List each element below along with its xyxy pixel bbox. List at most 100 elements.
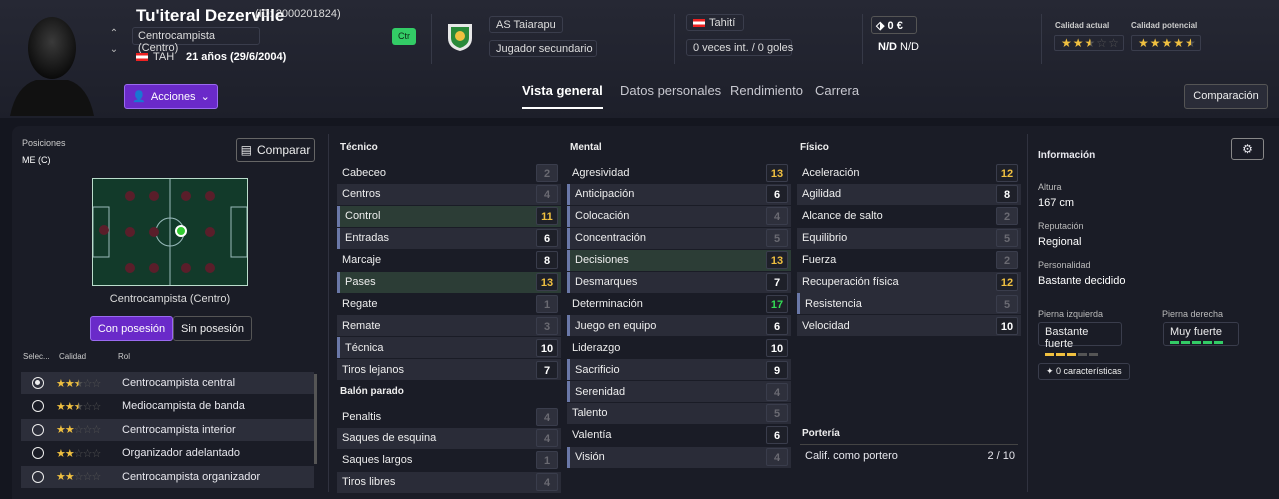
attribute-row[interactable]: Entradas 6 [337,227,561,249]
attribute-row[interactable]: Agresividad 13 [567,162,791,183]
attribute-value: 2 [536,163,558,182]
attribute-row[interactable]: Colocación 4 [567,205,791,227]
position-dot[interactable] [149,263,159,273]
attribute-row[interactable]: Penaltis 4 [337,406,561,427]
player-nav-arrows[interactable]: ⌃ ⌄ [108,26,120,58]
position-dot[interactable] [99,225,109,235]
tab-vista-general[interactable]: Vista general [522,83,603,109]
attribute-name: Visión [575,451,605,464]
attribute-row[interactable]: Control 11 [337,205,561,227]
wage-2: N/D [900,41,919,53]
position-dot[interactable] [149,227,159,237]
position-dot[interactable] [205,191,215,201]
position-dot[interactable] [125,227,135,237]
attribute-row[interactable]: Concentración 5 [567,227,791,249]
attribute-row[interactable]: Decisiones 13 [567,249,791,271]
role-radio[interactable] [32,377,44,389]
attribute-value: 4 [536,429,558,448]
attribute-row[interactable]: Regate 1 [337,293,561,314]
attribute-row[interactable]: Visión 4 [567,446,791,468]
without-ball-toggle[interactable]: Sin posesión [173,316,252,341]
position-dot[interactable] [205,227,215,237]
attribute-row[interactable]: Determinación 17 [567,293,791,314]
role-radio[interactable] [32,400,44,413]
role-radio[interactable] [32,470,44,483]
actions-button[interactable]: 👤 Acciones ⌄ [124,84,218,109]
comparison-button[interactable]: Comparación [1184,84,1268,109]
attribute-row[interactable]: Centros 4 [337,183,561,205]
goalkeeper-rating-row: Calif. como portero 2 / 10 [805,450,1015,462]
club-logo[interactable] [444,20,476,52]
position-dot[interactable] [125,263,135,273]
attribute-row[interactable]: Velocidad 10 [797,315,1021,337]
attribute-row[interactable]: Marcaje 8 [337,250,561,271]
selected-position-dot[interactable] [175,225,187,237]
attribute-row[interactable]: Fuerza 2 [797,250,1021,271]
divider [431,14,432,64]
position-dot[interactable] [205,263,215,273]
attribute-name: Saques de esquina [342,432,437,445]
position-dot[interactable] [181,263,191,273]
role-radio[interactable] [32,447,44,460]
compare-button[interactable]: ▤ Comparar [236,138,315,162]
position-dot[interactable] [181,191,191,201]
attribute-row[interactable]: Resistencia 5 [797,293,1021,315]
position-pitch[interactable] [92,178,248,286]
tab-rendimiento[interactable]: Rendimiento [730,83,803,98]
position-dot[interactable] [125,191,135,201]
country-name: Tahití [709,16,736,29]
attribute-row[interactable]: Tiros libres 4 [337,471,561,493]
tab-datos-personales[interactable]: Datos personales [620,83,721,98]
attribute-row[interactable]: Serenidad 4 [567,381,791,402]
scrollbar[interactable] [314,374,317,464]
goalkeeper-rating-value: 2 / 10 [987,450,1015,462]
role-row[interactable]: ★★★☆☆ Centrocampista central [21,372,314,394]
attribute-name: Remate [342,319,381,332]
role-row[interactable]: ★★☆☆☆ Centrocampista interior [21,418,314,441]
role-row[interactable]: ★★☆☆☆ Organizador adelantado [21,442,314,464]
attribute-row[interactable]: Valentía 6 [567,425,791,446]
role-radio[interactable] [32,423,44,436]
attribute-row[interactable]: Desmarques 7 [567,271,791,293]
attribute-name: Anticipación [575,188,635,201]
with-ball-toggle[interactable]: Con posesión [90,316,173,341]
col-select[interactable]: Selec... [23,352,50,361]
right-foot-label: Pierna derecha [1162,309,1224,319]
attribute-row[interactable]: Aceleración 12 [797,162,1021,183]
club-name[interactable]: AS Taiarapu [489,16,563,33]
chevron-down-icon: ⌄ [200,91,210,103]
position-dot[interactable] [149,191,159,201]
attribute-row[interactable]: Pases 13 [337,271,561,293]
attribute-row[interactable]: Saques largos 1 [337,450,561,471]
attribute-name: Desmarques [575,276,638,288]
attribute-row[interactable]: Alcance de salto 2 [797,206,1021,227]
role-row[interactable]: ★★☆☆☆ Centrocampista organizador [21,465,314,488]
attribute-row[interactable]: Sacrificio 9 [567,359,791,381]
attribute-row[interactable]: Talento 5 [567,402,791,424]
attribute-row[interactable]: Agilidad 8 [797,183,1021,205]
role-row[interactable]: ★★★☆☆ Mediocampista de banda [21,395,314,417]
traits-button[interactable]: ✦ 0 características [1038,363,1130,380]
attribute-value: 8 [536,251,558,270]
col-quality[interactable]: Calidad [59,352,86,361]
info-settings-icon[interactable]: ⚙ [1231,138,1264,160]
attribute-row[interactable]: Tiros lejanos 7 [337,359,561,381]
right-foot-box: Muy fuerte [1163,322,1239,346]
attribute-name: Resistencia [805,297,862,310]
attribute-row[interactable]: Equilibrio 5 [797,227,1021,249]
foot-bar [1045,353,1054,356]
attribute-row[interactable]: Cabeceo 2 [337,162,561,183]
attribute-row[interactable]: Técnica 10 [337,337,561,359]
divider [800,444,1018,445]
attribute-row[interactable]: Remate 3 [337,315,561,337]
attribute-row[interactable]: Liderazgo 10 [567,337,791,358]
col-role[interactable]: Rol [118,352,130,361]
country-box[interactable]: Tahití [686,14,744,31]
attribute-row[interactable]: Recuperación física 12 [797,271,1021,293]
attribute-value: 2 [996,207,1018,226]
attribute-row[interactable]: Saques de esquina 4 [337,427,561,449]
player-id: (ID: 2000201824) [255,8,341,20]
tab-carrera[interactable]: Carrera [815,83,859,98]
attribute-row[interactable]: Anticipación 6 [567,183,791,205]
attribute-row[interactable]: Juego en equipo 6 [567,315,791,337]
